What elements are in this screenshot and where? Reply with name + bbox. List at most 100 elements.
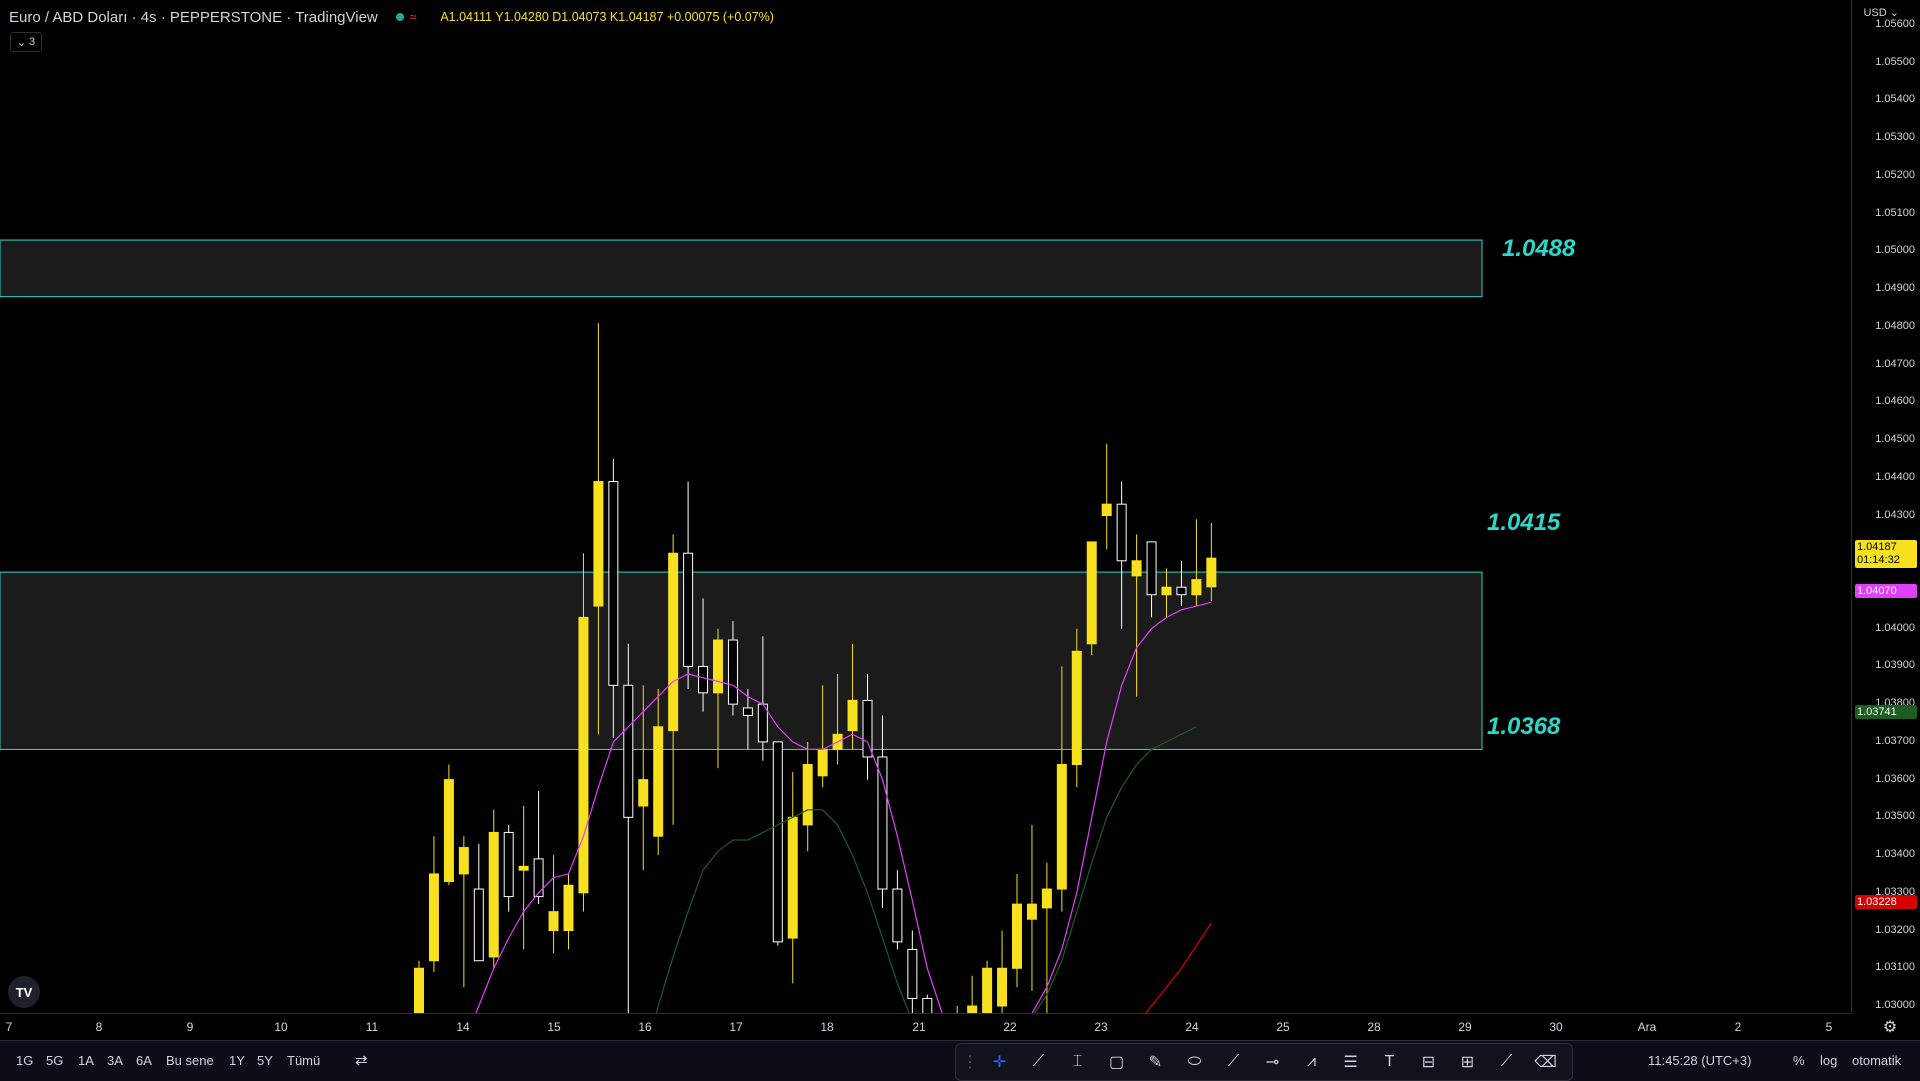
range-button[interactable]: Tümü: [287, 1053, 320, 1068]
candle-body: [458, 847, 469, 875]
range-button[interactable]: 1G: [16, 1053, 33, 1068]
candle-body: [787, 816, 798, 939]
candle-body: [414, 967, 424, 1013]
short-position-icon[interactable]: ⊞: [1450, 1047, 1485, 1077]
time-tick: 22: [1003, 1020, 1017, 1034]
text-cursor-icon[interactable]: ⌶: [1060, 1047, 1095, 1077]
candle-body: [772, 741, 783, 943]
indicators-toggle-button[interactable]: ⌄ 3: [10, 32, 42, 52]
ma-slow-line: [1145, 922, 1212, 1013]
time-tick: 2: [1734, 1020, 1742, 1034]
candle-body: [982, 967, 993, 1013]
candle-body: [683, 552, 694, 667]
range-button[interactable]: 6A: [136, 1053, 152, 1068]
price-tick: 1.05600: [1875, 18, 1915, 30]
candle-body: [1191, 579, 1202, 596]
ma-mid-price-label: 1.03741: [1855, 705, 1917, 719]
trend-line-icon[interactable]: ⟋: [1021, 1047, 1056, 1077]
candle-body: [742, 707, 753, 716]
price-tick: 1.03400: [1875, 848, 1915, 861]
range-button[interactable]: Bu sene: [166, 1053, 214, 1068]
time-tick: Ara: [1637, 1020, 1657, 1034]
log-scale-toggle[interactable]: log: [1820, 1053, 1837, 1068]
candle-body: [533, 858, 544, 898]
go-to-date-icon[interactable]: ⇄: [355, 1051, 368, 1069]
price-tick: 1.04600: [1875, 395, 1915, 408]
chevron-down-icon: ⌄: [16, 36, 27, 49]
price-tick: 1.05400: [1875, 93, 1915, 106]
tradingview-logo-icon[interactable]: TV: [8, 976, 40, 1008]
crosshair-icon[interactable]: ✛: [982, 1047, 1017, 1077]
zone-1: [0, 571, 1483, 750]
time-tick: 5: [1825, 1020, 1833, 1034]
price-tick: 1.03700: [1875, 734, 1915, 747]
price-axis[interactable]: USD ⌄ 1.05600 1.05500 1.05400 1.05300 1.0520…: [1851, 0, 1920, 1013]
candle-body: [1131, 560, 1142, 577]
data-delay-icon: ≈: [409, 10, 417, 24]
candle-body: [892, 888, 903, 943]
candle-body: [698, 665, 709, 694]
long-position-icon[interactable]: ⊟: [1411, 1047, 1446, 1077]
time-tick: 21: [912, 1020, 926, 1034]
candle-body: [473, 888, 484, 962]
ma-fast-price-label: 1.04070: [1855, 584, 1917, 598]
candle-body: [593, 481, 604, 607]
time-tick: 17: [729, 1020, 743, 1034]
clock-timezone[interactable]: 11:45:28 (UTC+3): [1648, 1053, 1751, 1068]
chart-area[interactable]: Euro / ABD Doları · 4s · PEPPERSTONE · T…: [0, 0, 1851, 1013]
candle-body: [997, 967, 1008, 1007]
rectangle-icon[interactable]: ▢: [1099, 1047, 1134, 1077]
ellipse-icon[interactable]: ⬭: [1177, 1047, 1212, 1077]
time-tick: 10: [274, 1020, 288, 1034]
candle-body: [877, 756, 888, 890]
range-button[interactable]: 5Y: [257, 1053, 273, 1068]
range-button[interactable]: 1Y: [229, 1053, 245, 1068]
price-tick: 1.04300: [1875, 508, 1915, 521]
range-button[interactable]: 5G: [46, 1053, 63, 1068]
symbol-title[interactable]: Euro / ABD Doları · 4s · PEPPERSTONE · T…: [9, 9, 378, 26]
bar-countdown: 01:14:32: [1857, 554, 1900, 566]
candle-body: [563, 884, 574, 932]
market-status[interactable]: ≈: [395, 10, 417, 24]
price-tick: 1.05300: [1875, 131, 1915, 144]
ruler-icon[interactable]: ⟋: [1489, 1047, 1524, 1077]
range-button[interactable]: 1A: [78, 1053, 94, 1068]
candle-body: [727, 639, 738, 705]
drag-handle-icon[interactable]: ⋮: [962, 1047, 978, 1077]
range-button[interactable]: 3A: [107, 1053, 123, 1068]
candle-body: [443, 779, 454, 882]
ohlc-values: A1.04111 Y1.04280 D1.04073 K1.04187 +0.0…: [440, 10, 774, 24]
horizontal-ray-icon[interactable]: ⊸: [1255, 1047, 1290, 1077]
eraser-icon[interactable]: ⌫: [1528, 1047, 1563, 1077]
price-chart[interactable]: [0, 0, 1851, 1013]
candle-body: [578, 616, 589, 894]
candle-body: [1056, 764, 1067, 890]
candle-body: [518, 865, 529, 871]
zone-top-label: 1.0488: [1502, 235, 1576, 262]
price-tick: 1.05200: [1875, 168, 1915, 181]
zigzag-icon[interactable]: ⩘: [1294, 1047, 1329, 1077]
text-icon[interactable]: T: [1372, 1047, 1407, 1077]
auto-scale-toggle[interactable]: otomatik: [1852, 1053, 1901, 1068]
percent-scale-toggle[interactable]: %: [1793, 1053, 1805, 1068]
time-axis[interactable]: 7 8 9 10 11 14 15 16 17 18 21 22 23 24 25 28 29 30 Ara 2 5: [0, 1013, 1851, 1041]
brush-icon[interactable]: ✎: [1138, 1047, 1173, 1077]
settings-gear-icon[interactable]: ⚙: [1880, 1017, 1900, 1037]
chart-legend: Euro / ABD Doları · 4s · PEPPERSTONE · T…: [9, 7, 774, 27]
time-tick: 18: [820, 1020, 834, 1034]
time-tick: 16: [638, 1020, 652, 1034]
price-tick: 1.03000: [1875, 999, 1915, 1011]
last-price-value: 1.04187: [1857, 541, 1897, 553]
path-icon[interactable]: ⟋: [1216, 1047, 1251, 1077]
time-tick: 30: [1549, 1020, 1563, 1034]
time-tick: 29: [1458, 1020, 1472, 1034]
time-tick: 14: [456, 1020, 470, 1034]
fib-retracement-icon[interactable]: ☰: [1333, 1047, 1368, 1077]
price-tick: 1.03900: [1875, 659, 1915, 672]
time-tick: 11: [365, 1020, 379, 1034]
candle-body: [1041, 888, 1052, 909]
candle-body: [1206, 557, 1217, 588]
time-tick: 8: [95, 1020, 103, 1034]
price-tick: 1.03200: [1875, 923, 1915, 936]
bottom-toolbar: 1G 5G 1A 3A 6A Bu sene 1Y 5Y Tümü ⇄ ⋮ ✛ ⟋ ⌶ ▢ ✎ …: [0, 1040, 1920, 1081]
